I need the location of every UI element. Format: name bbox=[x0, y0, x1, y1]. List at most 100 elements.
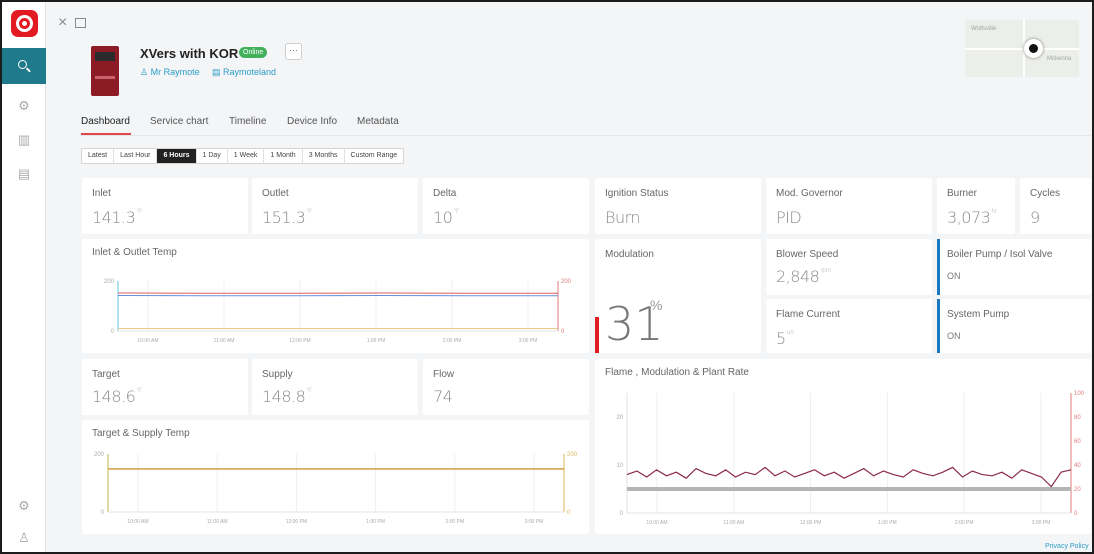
system-pump-label: System Pump bbox=[947, 309, 1010, 320]
x-tick-label: 11:00 AM bbox=[207, 519, 228, 525]
search-nav-button[interactable] bbox=[2, 48, 46, 84]
burner-card: Burner 3,073hr bbox=[937, 178, 1015, 234]
tab-service-chart[interactable]: Service chart bbox=[150, 116, 208, 127]
x-tick-label: 1:00 PM bbox=[366, 519, 385, 525]
y2-tick-label: 0 bbox=[561, 329, 565, 335]
y-tick-label: 10 bbox=[616, 463, 623, 469]
range-custom-button[interactable]: Custom Range bbox=[345, 149, 404, 163]
target-value-number: 148.6 bbox=[92, 387, 136, 406]
tab-timeline[interactable]: Timeline bbox=[229, 116, 266, 127]
outlet-value-number: 151.3 bbox=[262, 208, 306, 227]
inlet-outlet-chart-card: Inlet & Outlet Temp 10:00 AM 11:00 AM 12:0… bbox=[82, 239, 589, 353]
tab-dashboard[interactable]: Dashboard bbox=[81, 116, 130, 127]
supply-label: Supply bbox=[262, 369, 293, 380]
cycles-label: Cycles bbox=[1030, 188, 1061, 199]
app-frame: ⚙ ▥ ▤ ⚙ ♙ × XVers with KOR Online ··· ♙ … bbox=[0, 0, 1094, 554]
map-road bbox=[965, 48, 1079, 50]
map-town-label: Wolfsville bbox=[971, 26, 997, 32]
supply-unit: °F bbox=[306, 387, 312, 394]
modulation-label: Modulation bbox=[605, 249, 654, 260]
blower-speed-unit: rpm bbox=[820, 267, 831, 274]
modulation-unit: % bbox=[650, 297, 663, 313]
y2-tick-label: 60 bbox=[1074, 439, 1081, 445]
delta-value-number: 10 bbox=[433, 208, 453, 227]
settings-icon[interactable]: ⚙ bbox=[16, 498, 32, 514]
x-tick-label: 2:00 PM bbox=[443, 338, 462, 344]
ignition-status-value: Burn bbox=[605, 208, 641, 227]
close-icon[interactable]: × bbox=[58, 15, 67, 31]
inlet-label: Inlet bbox=[92, 188, 111, 199]
time-range-selector: Latest Last Hour 6 Hours 1 Day 1 Week 1 … bbox=[81, 148, 405, 164]
delta-unit: °F bbox=[453, 208, 459, 215]
y2-tick-label: 40 bbox=[1074, 463, 1081, 469]
cycles-card: Cycles 9 bbox=[1020, 178, 1091, 234]
x-tick-label: 12:00 PM bbox=[289, 338, 310, 344]
logo-ring-icon bbox=[16, 15, 33, 32]
delta-value: 10°F bbox=[433, 208, 459, 227]
y2-tick-label: 80 bbox=[1074, 415, 1081, 421]
series-line bbox=[626, 466, 1072, 488]
more-options-button[interactable]: ··· bbox=[285, 43, 302, 60]
supply-value-number: 148.8 bbox=[262, 387, 306, 406]
flame-modulation-chart-card: Flame , Modulation & Plant Rate 10:00 AM… bbox=[595, 359, 1091, 534]
y2-tick-label: 200 bbox=[561, 279, 572, 285]
x-tick-label: 3:00 PM bbox=[519, 338, 538, 344]
mod-governor-card: Mod. Governor PID bbox=[766, 178, 932, 234]
supply-card: Supply 148.8°F bbox=[252, 359, 418, 415]
map-pin-icon bbox=[1024, 39, 1043, 58]
building-icon[interactable]: ▤ bbox=[16, 166, 32, 182]
range-1-day-button[interactable]: 1 Day bbox=[197, 149, 228, 163]
range-3-months-button[interactable]: 3 Months bbox=[303, 149, 345, 163]
flame-current-value: 5uA bbox=[776, 329, 794, 348]
flame-modulation-chart: 10:00 AM 11:00 AM 12:00 PM 1:00 PM 2:00 PM 3:… bbox=[616, 391, 1084, 526]
y-tick-label: 200 bbox=[104, 279, 115, 285]
status-badge: Online bbox=[239, 47, 268, 58]
map-town-label: Mckenna bbox=[1047, 56, 1072, 62]
app-logo[interactable] bbox=[11, 10, 38, 37]
analytics-icon[interactable]: ▥ bbox=[16, 132, 32, 148]
outlet-unit: °F bbox=[306, 208, 312, 215]
location-map[interactable]: Wolfsville Mckenna bbox=[965, 20, 1079, 77]
tab-device-info[interactable]: Device Info bbox=[287, 116, 337, 127]
flow-label: Flow bbox=[433, 369, 455, 380]
user-link-label: Mr Raymote bbox=[150, 67, 200, 77]
target-label: Target bbox=[92, 369, 120, 380]
x-tick-label: 11:00 AM bbox=[214, 338, 235, 344]
delta-label: Delta bbox=[433, 188, 457, 199]
burner-unit: hr bbox=[991, 208, 997, 215]
device-image bbox=[91, 46, 119, 96]
mod-governor-label: Mod. Governor bbox=[776, 188, 843, 199]
x-tick-label: 12:00 PM bbox=[800, 520, 821, 526]
search-icon bbox=[18, 60, 27, 69]
range-6-hours-button[interactable]: 6 Hours bbox=[157, 149, 197, 163]
privacy-policy-link[interactable]: Privacy Policy bbox=[1045, 543, 1089, 550]
boiler-pump-indicator bbox=[937, 239, 940, 295]
modulation-indicator bbox=[595, 317, 599, 353]
range-latest-button[interactable]: Latest bbox=[82, 149, 115, 163]
inlet-unit: °F bbox=[136, 208, 142, 215]
range-last-hour-button[interactable]: Last Hour bbox=[114, 149, 158, 163]
gear-alert-icon[interactable]: ⚙ bbox=[16, 98, 32, 114]
delta-card: Delta 10°F bbox=[423, 178, 589, 234]
x-tick-label: 10:00 AM bbox=[137, 338, 158, 344]
tab-metadata[interactable]: Metadata bbox=[357, 116, 399, 127]
user-link[interactable]: ♙ Mr Raymote bbox=[140, 67, 200, 78]
blower-speed-card: Blower Speed 2,848rpm bbox=[766, 239, 932, 295]
x-tick-label: 1:00 PM bbox=[367, 338, 386, 344]
user-icon[interactable]: ♙ bbox=[16, 530, 32, 546]
system-pump-card: System Pump ON bbox=[937, 299, 1091, 353]
x-tick-label: 2:00 PM bbox=[445, 519, 464, 525]
burner-value: 3,073hr bbox=[947, 208, 997, 227]
modulation-card: Modulation 31 % bbox=[595, 239, 761, 353]
range-1-week-button[interactable]: 1 Week bbox=[228, 149, 265, 163]
active-tab-indicator bbox=[81, 133, 131, 135]
blower-speed-label: Blower Speed bbox=[776, 249, 839, 260]
device-title: XVers with KOR bbox=[140, 46, 239, 61]
expand-icon[interactable] bbox=[75, 18, 86, 28]
location-link[interactable]: ▤ Raymoteland bbox=[212, 67, 276, 78]
boiler-pump-label: Boiler Pump / Isol Valve bbox=[947, 249, 1053, 260]
boiler-pump-value: ON bbox=[947, 271, 961, 281]
range-1-month-button[interactable]: 1 Month bbox=[264, 149, 303, 163]
x-tick-label: 3:00 PM bbox=[1032, 520, 1051, 526]
inlet-value: 141.3°F bbox=[92, 208, 142, 227]
